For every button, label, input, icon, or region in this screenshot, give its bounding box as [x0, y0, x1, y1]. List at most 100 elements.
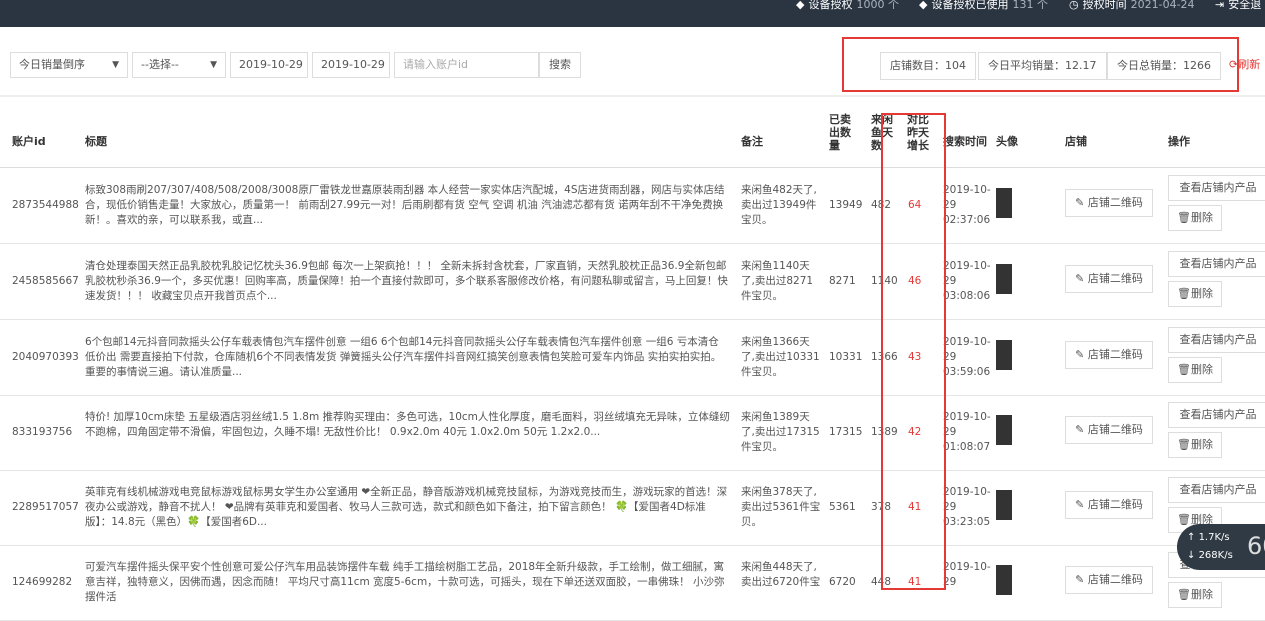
filter-toolbar: 今日销量倒序 ▼ --选择-- ▼ 2019-10-29 2019-10-29 … [0, 42, 1265, 90]
sold-count: 8271 [829, 275, 856, 287]
fish-days: 448 [871, 576, 892, 588]
trash-icon: 🗑 [1177, 438, 1191, 451]
auth-used-label: 设备授权已使用 [931, 0, 1009, 11]
row-title: 标致308雨刷207/307/408/508/2008/3008原厂雷铁龙世嘉原… [85, 184, 725, 226]
row-title: 英菲克有线机械游戏电竞鼠标游戏鼠标男女学生办公室通用 ❤全新正品，静音版游戏机械… [85, 486, 728, 528]
row-note: 来闲鱼1366天了,卖出过10331件宝贝。 [741, 336, 820, 378]
delete-button[interactable]: 🗑删除 [1168, 205, 1222, 231]
edit-icon: ✎ [1075, 272, 1088, 285]
col-avatar: 头像 [996, 135, 1018, 148]
trash-icon: 🗑 [1177, 513, 1191, 526]
delete-label: 删除 [1190, 438, 1213, 451]
fish-days: 482 [871, 199, 892, 211]
delete-button[interactable]: 🗑删除 [1168, 357, 1222, 383]
fish-days: 1389 [871, 426, 898, 438]
view-shop-products-button[interactable]: 查看店铺内产品 [1168, 327, 1265, 353]
tag-icon: ◆ [919, 0, 928, 11]
view-shop-products-button[interactable]: 查看店铺内产品 [1168, 402, 1265, 428]
row-title: 特价! 加厚10cm床垫 五星级酒店羽丝绒1.5 1.8m 推荐购买理由：多色可… [85, 411, 730, 438]
edit-icon: ✎ [1075, 196, 1088, 209]
col-search-time: 搜索时间 [943, 135, 987, 148]
date-to-input[interactable]: 2019-10-29 [312, 52, 390, 78]
col-action: 操作 [1168, 135, 1190, 148]
delete-button[interactable]: 🗑删除 [1168, 432, 1222, 458]
account-id: 124699282 [12, 576, 73, 588]
search-time: 2019-10-29 02:37:06 [943, 184, 991, 226]
upload-speed: ↑ 1.7K/s [1187, 532, 1230, 543]
fish-days: 378 [871, 501, 892, 513]
shop-qr-button[interactable]: ✎ 店铺二维码 [1065, 416, 1153, 444]
total-sales-stat: 今日总销量：1266 [1107, 52, 1221, 80]
sort-select[interactable]: 今日销量倒序 ▼ [10, 52, 128, 78]
row-note: 来闲鱼378天了,卖出过5361件宝贝。 [741, 486, 821, 528]
shop-qr-button[interactable]: ✎ 店铺二维码 [1065, 341, 1153, 369]
shop-count-stat: 店铺数目：104 [880, 52, 976, 80]
auth-label: 设备授权 [808, 0, 853, 11]
search-time: 2019-10-29 01:08:07 [943, 411, 991, 453]
delete-button[interactable]: 🗑删除 [1168, 582, 1222, 608]
fish-days: 1140 [871, 275, 898, 287]
refresh-icon: ⟳ [1229, 58, 1239, 71]
sold-count: 13949 [829, 199, 863, 211]
avatar [996, 188, 1012, 218]
search-time: 2019-10-29 03:23:05 [943, 486, 991, 528]
choose-select[interactable]: --选择-- ▼ [132, 52, 226, 78]
auth-time-info: ◷ 授权时间 2021-04-24 [1069, 0, 1195, 14]
growth-value: 64 [908, 199, 922, 211]
auth-used-info: ◆ 设备授权已使用 131 个 [919, 0, 1048, 14]
row-note: 来闲鱼1389天了,卖出过17315件宝贝。 [741, 411, 820, 453]
account-id-input[interactable]: 请输入账户id [394, 52, 539, 78]
search-time: 2019-10-29 03:59:06 [943, 336, 991, 378]
account-id: 2040970393 [12, 351, 79, 363]
search-button[interactable]: 搜索 [539, 52, 581, 78]
shop-qr-button[interactable]: ✎ 店铺二维码 [1065, 491, 1153, 519]
growth-value: 43 [908, 351, 922, 363]
growth-value: 41 [908, 501, 922, 513]
growth-value: 41 [908, 576, 922, 588]
row-note: 来闲鱼448天了,卖出过6720件宝 [741, 561, 821, 588]
edit-icon: ✎ [1075, 573, 1088, 586]
col-sold: 已卖出数量 [829, 113, 851, 152]
search-time: 2019-10-29 [943, 561, 991, 588]
view-shop-products-button[interactable]: 查看店铺内产品 [1168, 175, 1265, 201]
refresh-button[interactable]: ⟳刷新 [1229, 52, 1260, 80]
auth-time-value: 2021-04-24 [1130, 0, 1195, 11]
sold-count: 17315 [829, 426, 863, 438]
avatar [996, 565, 1012, 595]
growth-value: 46 [908, 275, 922, 287]
shop-qr-button[interactable]: ✎ 店铺二维码 [1065, 189, 1153, 217]
date-from-input[interactable]: 2019-10-29 [230, 52, 308, 78]
col-fish-days: 来闲鱼天数 [871, 113, 893, 152]
logout-icon: ⇥ [1215, 0, 1225, 11]
tag-icon: ◆ [796, 0, 805, 11]
account-id: 2873544988 [12, 199, 79, 211]
logout-link[interactable]: ⇥ 安全退 [1215, 0, 1261, 14]
view-shop-products-button[interactable]: 查看店铺内产品 [1168, 251, 1265, 277]
avatar [996, 264, 1012, 294]
trash-icon: 🗑 [1177, 287, 1191, 300]
qr-label: 店铺二维码 [1087, 196, 1143, 209]
delete-label: 删除 [1190, 363, 1213, 376]
sort-select-value: 今日销量倒序 [19, 58, 85, 71]
delete-button[interactable]: 🗑删除 [1168, 281, 1222, 307]
row-title: 清仓处理泰国天然正品乳胶枕乳胶记忆枕头36.9包邮 每次一上架疯抢！！！ 全新未… [85, 260, 728, 302]
account-id: 2458585667 [12, 275, 79, 287]
view-shop-products-button[interactable]: 查看店铺内产品 [1168, 477, 1265, 503]
auth-value: 1000 个 [856, 0, 899, 11]
refresh-label: 刷新 [1238, 58, 1261, 71]
avg-sales-stat: 今日平均销量：12.17 [978, 52, 1107, 80]
col-growth: 对比昨天增长 [907, 113, 929, 152]
fish-days: 1366 [871, 351, 898, 363]
delete-label: 删除 [1190, 211, 1213, 224]
caret-down-icon: ▼ [210, 60, 217, 70]
sold-count: 6720 [829, 576, 856, 588]
qr-label: 店铺二维码 [1087, 348, 1143, 361]
network-speed-widget: ↑ 1.7K/s ↓ 268K/s 60 [1177, 524, 1265, 570]
divider [0, 95, 1265, 97]
shop-qr-button[interactable]: ✎ 店铺二维码 [1065, 265, 1153, 293]
col-title: 标题 [85, 135, 107, 148]
sold-count: 5361 [829, 501, 856, 513]
qr-label: 店铺二维码 [1087, 272, 1143, 285]
row-note: 来闲鱼482天了,卖出过13949件宝贝。 [741, 184, 817, 226]
delete-label: 删除 [1190, 287, 1213, 300]
